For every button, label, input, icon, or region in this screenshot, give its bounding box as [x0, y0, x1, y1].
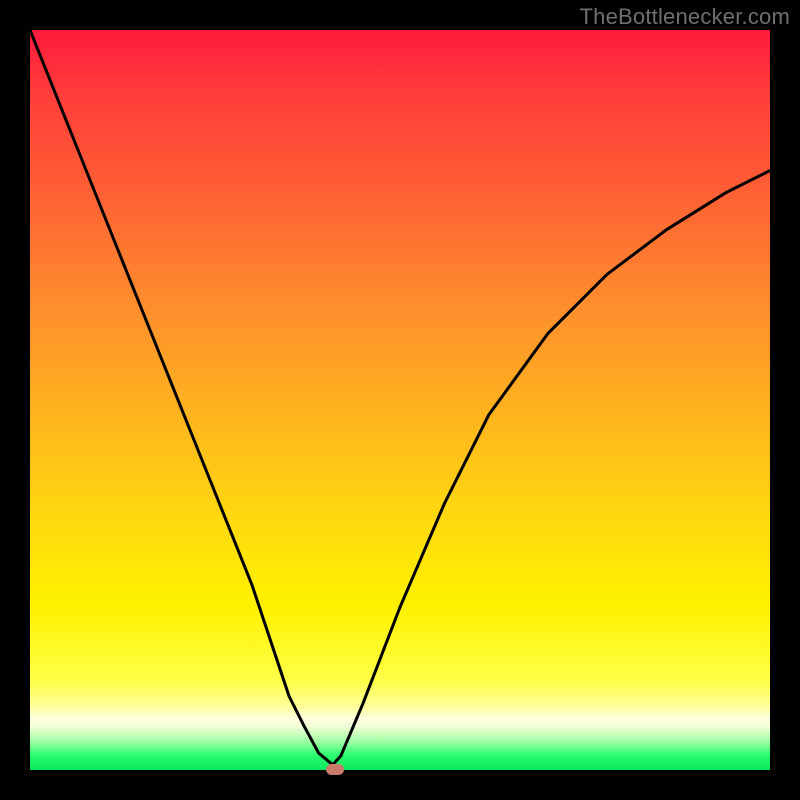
curve-layer: [30, 30, 770, 770]
plot-area: [30, 30, 770, 770]
optimum-marker: [326, 764, 344, 775]
bottleneck-curve: [30, 30, 770, 765]
outer-frame: TheBottlenecker.com: [0, 0, 800, 800]
watermark-text: TheBottlenecker.com: [580, 4, 790, 30]
